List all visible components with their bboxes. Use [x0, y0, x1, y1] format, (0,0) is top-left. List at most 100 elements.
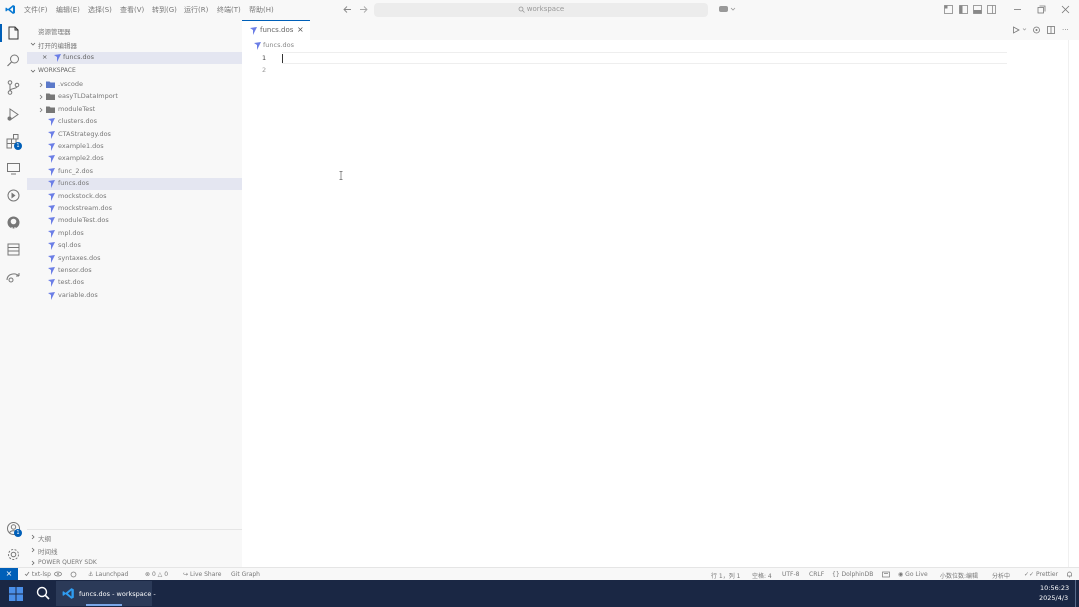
file-item[interactable]: clusters.dos — [27, 116, 242, 128]
timeline-header[interactable]: 时间线 — [38, 546, 58, 556]
outline-header[interactable]: 大纲 — [38, 533, 51, 543]
dolphindb-file-icon — [48, 180, 55, 189]
remote-explorer-icon[interactable] — [5, 160, 22, 177]
status-eol[interactable]: CRLF — [809, 571, 824, 578]
split-editor-icon[interactable] — [1047, 26, 1055, 34]
source-control-icon[interactable] — [5, 79, 22, 96]
extensions-icon[interactable]: 1 — [5, 133, 22, 150]
taskbar-search-icon[interactable] — [36, 586, 50, 600]
command-center-search[interactable]: workspace — [374, 3, 708, 17]
status-decimal[interactable]: 小数位数:编辑 — [940, 571, 978, 580]
toggle-secondary-sidebar-icon[interactable] — [987, 5, 996, 14]
status-problems[interactable]: ⊗ 0 △ 0 — [145, 571, 168, 578]
run-icon[interactable] — [1012, 26, 1020, 34]
show-desktop-button[interactable] — [1075, 580, 1076, 607]
status-lsp[interactable]: txt-lsp — [24, 571, 51, 578]
search-icon — [518, 6, 525, 13]
power-query-header[interactable]: POWER QUERY SDK — [38, 559, 97, 566]
taskbar-date[interactable]: 2025/4/3 — [1039, 594, 1068, 602]
accounts-badge: 1 — [14, 529, 22, 537]
status-cursor-position[interactable]: 行 1，列 1 — [711, 571, 740, 580]
chevron-right-icon[interactable] — [30, 534, 36, 540]
restore-icon[interactable] — [1037, 5, 1046, 14]
taskbar-time[interactable]: 10:56:23 — [1040, 584, 1069, 592]
eye-icon[interactable] — [54, 571, 62, 577]
scrollbar-track[interactable] — [1068, 40, 1069, 567]
status-go-live[interactable]: ◉ Go Live — [898, 571, 928, 578]
testing-icon[interactable] — [5, 187, 22, 204]
forward-arrow-icon[interactable] — [359, 5, 368, 14]
compare-changes-icon[interactable] — [1032, 26, 1041, 34]
menu-view[interactable]: 查看(V) — [120, 5, 144, 15]
search-icon[interactable] — [5, 52, 22, 69]
github-icon[interactable] — [5, 214, 22, 231]
menu-edit[interactable]: 编辑(E) — [56, 5, 80, 15]
taskbar-vscode-app[interactable]: funcs.dos - workspace - — [56, 581, 156, 606]
file-item[interactable]: mpl.dos — [27, 228, 242, 240]
chevron-down-icon[interactable] — [30, 68, 36, 74]
sync-icon[interactable] — [70, 571, 77, 578]
breadcrumb-file[interactable]: funcs.dos — [263, 41, 294, 49]
more-actions-icon[interactable]: ··· — [1062, 26, 1069, 34]
file-item[interactable]: func_2.dos — [27, 166, 242, 178]
copilot-icon[interactable] — [718, 4, 736, 14]
open-editor-item[interactable]: × funcs.dos — [27, 52, 242, 64]
status-git-graph[interactable]: Git Graph — [231, 571, 260, 578]
status-launchpad[interactable]: ⚓ Launchpad — [88, 571, 128, 578]
file-item[interactable]: funcs.dos — [27, 178, 242, 191]
dolphindb-server-icon[interactable] — [882, 571, 890, 578]
remote-indicator[interactable]: × — [0, 568, 18, 580]
explorer-icon[interactable] — [5, 25, 22, 42]
accounts-icon[interactable]: 1 — [5, 520, 22, 537]
file-item[interactable]: variable.dos — [27, 290, 242, 302]
file-item[interactable]: mockstock.dos — [27, 191, 242, 203]
minimize-icon[interactable] — [1013, 5, 1022, 14]
back-arrow-icon[interactable] — [343, 5, 352, 14]
chevron-right-icon[interactable] — [30, 560, 36, 566]
run-debug-icon[interactable] — [5, 106, 22, 123]
file-item[interactable]: mockstream.dos — [27, 203, 242, 215]
notifications-bell-icon[interactable] — [1066, 571, 1073, 578]
folder-label: moduleTest — [58, 104, 96, 113]
run-dropdown-icon[interactable] — [1022, 27, 1027, 32]
close-tab-icon[interactable]: × — [297, 25, 304, 34]
menu-file[interactable]: 文件(F) — [24, 5, 48, 15]
file-item[interactable]: test.dos — [27, 277, 242, 289]
file-item[interactable]: example2.dos — [27, 153, 242, 165]
folder-item[interactable]: moduleTest — [27, 104, 242, 116]
workspace-header[interactable]: WORKSPACE — [38, 67, 76, 74]
customize-layout-icon[interactable] — [944, 5, 953, 14]
menu-run[interactable]: 运行(R) — [184, 5, 208, 15]
folder-item[interactable]: .vscode — [27, 79, 242, 91]
windows-start-icon[interactable] — [9, 587, 23, 601]
file-label: func_2.dos — [58, 166, 94, 175]
toggle-panel-icon[interactable] — [973, 5, 982, 14]
file-item[interactable]: moduleTest.dos — [27, 215, 242, 227]
file-item[interactable]: syntaxes.dos — [27, 253, 242, 265]
file-item[interactable]: tensor.dos — [27, 265, 242, 277]
manage-gear-icon[interactable] — [5, 546, 22, 563]
status-live-share[interactable]: ↪ Live Share — [183, 571, 221, 578]
close-editor-icon[interactable]: × — [42, 53, 47, 61]
close-window-icon[interactable] — [1061, 5, 1070, 14]
file-item[interactable]: sql.dos — [27, 240, 242, 252]
open-editors-header[interactable]: 打开的编辑器 — [38, 40, 77, 50]
database-icon[interactable] — [5, 241, 22, 258]
editor-area[interactable]: funcs.dos 1 2 — [242, 40, 1079, 567]
status-prettier[interactable]: ✓✓ Prettier — [1024, 571, 1058, 578]
folder-item[interactable]: easyTLDataImport — [27, 91, 242, 103]
menu-go[interactable]: 转到(G) — [152, 5, 177, 15]
menu-terminal[interactable]: 终端(T) — [217, 5, 241, 15]
status-language[interactable]: {} DolphinDB — [832, 571, 873, 578]
chevron-right-icon[interactable] — [30, 547, 36, 553]
tab-funcs-dos[interactable]: funcs.dos × — [242, 20, 310, 40]
menu-selection[interactable]: 选择(S) — [88, 5, 112, 15]
toggle-sidebar-icon[interactable] — [959, 5, 968, 14]
menu-help[interactable]: 帮助(H) — [249, 5, 274, 15]
chevron-down-icon[interactable] — [30, 41, 36, 47]
status-indent[interactable]: 空格: 4 — [752, 571, 772, 580]
file-item[interactable]: CTAStrategy.dos — [27, 129, 242, 141]
file-item[interactable]: example1.dos — [27, 141, 242, 153]
live-share-icon[interactable] — [5, 268, 22, 285]
status-encoding[interactable]: UTF-8 — [782, 571, 800, 578]
